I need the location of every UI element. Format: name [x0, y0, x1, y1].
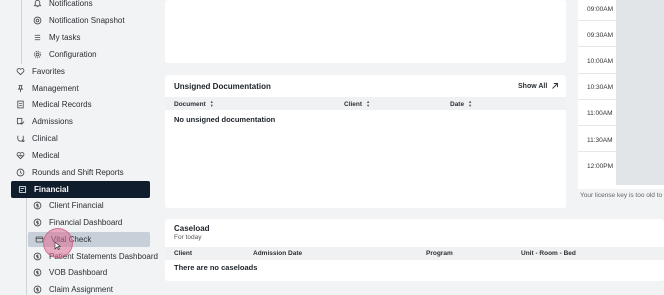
- sidebar-item-financial[interactable]: Financial: [11, 181, 150, 198]
- column-header-client[interactable]: Client ▲ ▼: [344, 100, 370, 108]
- sidebar-item-notifications[interactable]: Notifications: [33, 0, 93, 12]
- sidebar-item-label: Management: [32, 84, 79, 93]
- caseload-card: Caseload For today Client Admission Date…: [165, 219, 664, 281]
- dollar-icon: [33, 201, 42, 210]
- clinical-icon: [16, 134, 25, 143]
- admissions-icon: [16, 117, 25, 126]
- sidebar-item-label: Notifications: [49, 0, 93, 8]
- sidebar-item-claim-assignment[interactable]: Claim Assignment: [33, 281, 113, 295]
- pointer-cursor-icon: [54, 241, 61, 250]
- sort-icon: ▲ ▼: [468, 99, 473, 108]
- time-divider: [578, 20, 616, 21]
- card-title: Unsigned Documentation: [174, 82, 271, 91]
- time-divider: [578, 125, 616, 126]
- sidebar-item-medical-records[interactable]: Medical Records: [16, 96, 92, 113]
- time-label: 09:30AM: [587, 32, 614, 39]
- target-icon: [33, 16, 42, 25]
- sidebar-item-favorites[interactable]: Favorites: [16, 63, 65, 80]
- widget-card-top: [165, 0, 566, 63]
- gear-icon: [33, 50, 42, 59]
- sidebar-item-client-financial[interactable]: Client Financial: [33, 197, 104, 214]
- time-label: 12:00PM: [587, 163, 614, 170]
- column-header-unit-room-bed[interactable]: Unit - Room - Bed: [521, 250, 576, 257]
- card-title: Caseload: [174, 224, 210, 233]
- column-header-client[interactable]: Client: [174, 250, 192, 257]
- sidebar-item-label: Medical Records: [32, 100, 92, 109]
- sidebar-item-label: Financial Dashboard: [49, 218, 123, 227]
- sidebar-item-management[interactable]: Management: [16, 80, 79, 97]
- submenu-guide-line: [26, 198, 27, 295]
- sidebar-item-label: Notification Snapshot: [49, 16, 125, 25]
- column-label: Client: [344, 100, 363, 108]
- sidebar-item-label: VOB Dashboard: [49, 268, 108, 277]
- time-label: 10:30AM: [587, 84, 614, 91]
- dollar-icon: [33, 268, 42, 277]
- clock-icon: [16, 168, 25, 177]
- license-warning: Your license key is too old to w: [578, 189, 664, 202]
- table-header: Client Admission Date Program Unit - Roo…: [165, 247, 664, 260]
- pin-icon: [16, 84, 25, 93]
- calendar-day-view: 09:00AM 09:30AM 10:00AM 10:30AM 11:00AM …: [578, 0, 664, 202]
- sidebar-item-notification-snapshot[interactable]: Notification Snapshot: [33, 12, 125, 29]
- sidebar-item-label: Admissions: [32, 117, 73, 126]
- arrow-up-right-icon: [552, 83, 559, 89]
- empty-state-message: There are no caseloads: [174, 263, 258, 272]
- column-header-document[interactable]: Document ▲ ▼: [174, 100, 214, 108]
- time-label: 11:00AM: [587, 110, 613, 117]
- document-icon: [16, 100, 25, 109]
- time-divider: [578, 46, 616, 47]
- sidebar: Notifications Notification Snapshot My t…: [0, 0, 158, 295]
- sidebar-item-label: Rounds and Shift Reports: [32, 168, 124, 177]
- card-subtitle: For today: [174, 234, 202, 241]
- sidebar-item-label: Claim Assignment: [49, 285, 114, 294]
- show-all-link[interactable]: Show All: [518, 82, 559, 90]
- sidebar-item-label: Financial: [34, 185, 69, 194]
- time-divider: [578, 151, 616, 152]
- column-label: Date: [450, 100, 465, 108]
- table-header: Document ▲ ▼ Client ▲ ▼ Date ▲ ▼: [165, 97, 566, 110]
- time-column: 09:00AM 09:30AM 10:00AM 10:30AM 11:00AM …: [578, 0, 616, 185]
- time-label: 11:30AM: [587, 137, 613, 144]
- unsigned-documentation-card: Unsigned Documentation Show All Document…: [165, 75, 566, 208]
- heart-pulse-icon: [16, 151, 25, 160]
- column-header-program[interactable]: Program: [426, 250, 453, 257]
- sidebar-item-label: Configuration: [49, 50, 97, 59]
- financial-icon: [18, 185, 27, 194]
- sidebar-item-label: Client Financial: [49, 201, 104, 210]
- sidebar-item-label: Clinical: [32, 134, 58, 143]
- time-label: 09:00AM: [587, 6, 614, 13]
- show-all-label: Show All: [518, 82, 548, 90]
- column-label: Document: [174, 100, 206, 108]
- list-icon: [33, 33, 42, 42]
- time-divider: [578, 99, 616, 100]
- time-label: 10:00AM: [587, 58, 614, 65]
- sidebar-item-admissions[interactable]: Admissions: [16, 113, 73, 130]
- submenu-guide-line: [21, 0, 22, 64]
- column-header-admission-date[interactable]: Admission Date: [253, 250, 302, 257]
- time-divider: [578, 73, 616, 74]
- heart-icon: [16, 67, 25, 76]
- column-header-date[interactable]: Date ▲ ▼: [450, 100, 472, 108]
- sidebar-item-medical[interactable]: Medical: [16, 147, 60, 164]
- sidebar-item-vob-dashboard[interactable]: VOB Dashboard: [33, 264, 107, 281]
- calendar-slot-area[interactable]: [616, 0, 664, 185]
- dollar-icon: [33, 285, 42, 294]
- sort-icon: ▲ ▼: [366, 99, 371, 108]
- sidebar-item-my-tasks[interactable]: My tasks: [33, 29, 81, 46]
- sidebar-item-label: Medical: [32, 151, 60, 160]
- dollar-icon: [33, 218, 42, 227]
- dollar-icon: [33, 252, 42, 261]
- sidebar-item-label: My tasks: [49, 33, 81, 42]
- sidebar-item-rounds-and-shift-reports[interactable]: Rounds and Shift Reports: [16, 164, 124, 181]
- sidebar-item-label: Favorites: [32, 67, 65, 76]
- empty-state-message: No unsigned documentation: [174, 115, 276, 124]
- sidebar-item-clinical[interactable]: Clinical: [16, 130, 58, 147]
- bell-icon: [33, 0, 42, 8]
- sidebar-item-configuration[interactable]: Configuration: [33, 46, 97, 63]
- sidebar-item-financial-dashboard[interactable]: Financial Dashboard: [33, 214, 122, 231]
- sort-icon: ▲ ▼: [209, 99, 214, 108]
